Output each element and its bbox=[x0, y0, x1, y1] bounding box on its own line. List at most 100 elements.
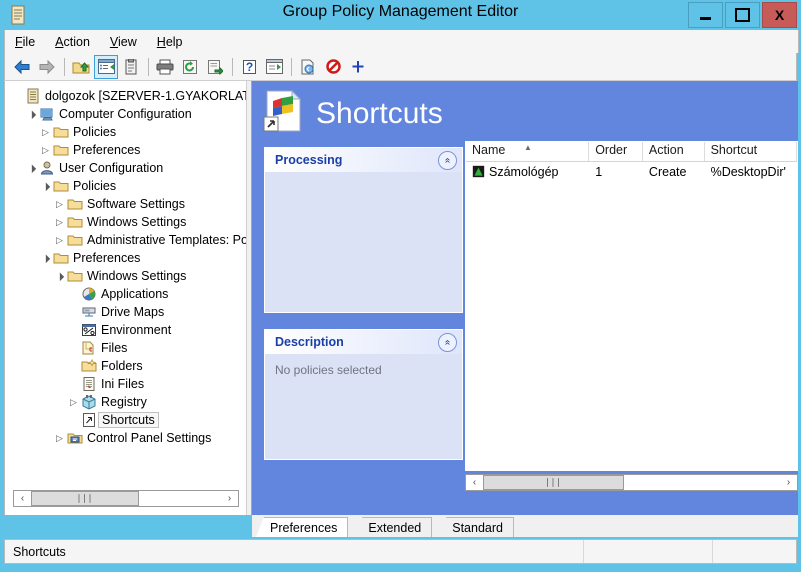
cell-order: 1 bbox=[589, 165, 643, 179]
minimize-button[interactable] bbox=[688, 2, 723, 28]
tree-item-ini-files[interactable]: Ini Files bbox=[5, 375, 246, 393]
table-row[interactable]: Számológép 1 Create %DesktopDir' bbox=[466, 162, 797, 181]
list-header-shortcut[interactable]: Shortcut bbox=[705, 142, 797, 161]
processing-collapse-chevron-icon[interactable]: « bbox=[438, 151, 457, 170]
list-header-action[interactable]: Action bbox=[643, 142, 705, 161]
properties-icon[interactable] bbox=[119, 55, 143, 79]
menu-file[interactable]: File bbox=[5, 32, 45, 52]
tree-scroll-thumb[interactable]: ∣∣∣ bbox=[31, 491, 139, 506]
tree-item-shortcuts[interactable]: Shortcuts bbox=[5, 411, 246, 429]
results-tab-strip: Preferences Extended Standard bbox=[252, 515, 798, 537]
tree-item-dolgozok-szerver-1-gyakorlat-hu[interactable]: dolgozok [SZERVER-1.GYAKORLAT.HU] bbox=[5, 87, 246, 105]
tab-preferences[interactable]: Preferences bbox=[256, 517, 349, 537]
tree-horizontal-scrollbar[interactable]: ‹ ∣∣∣ › bbox=[13, 490, 239, 507]
up-folder-icon[interactable] bbox=[69, 55, 93, 79]
tree-item-environment[interactable]: Environment bbox=[5, 321, 246, 339]
tree-item-registry[interactable]: ▷ Registry bbox=[5, 393, 246, 411]
folder-icon bbox=[52, 124, 70, 140]
tree-item-drive-maps[interactable]: Drive Maps bbox=[5, 303, 246, 321]
print-icon[interactable] bbox=[153, 55, 177, 79]
list-header-order[interactable]: Order bbox=[589, 142, 643, 161]
list-rows[interactable]: Számológép 1 Create %DesktopDir' bbox=[466, 162, 797, 181]
cell-name: Számológép bbox=[466, 165, 589, 179]
list-scroll-track[interactable]: ∣∣∣ bbox=[483, 475, 780, 490]
tab-standard[interactable]: Standard bbox=[438, 517, 514, 537]
refresh-icon[interactable] bbox=[178, 55, 202, 79]
show-hide-tree-icon[interactable] bbox=[94, 54, 118, 79]
tree-item-user-configuration[interactable]: ◢ User Configuration bbox=[5, 159, 246, 177]
processing-card-text bbox=[265, 172, 462, 190]
tree-item-preferences[interactable]: ◢ Preferences bbox=[5, 249, 246, 267]
tree-item-preferences[interactable]: ▷ Preferences bbox=[5, 141, 246, 159]
add-plus-icon[interactable] bbox=[346, 55, 370, 79]
tree-expander-collapsed-icon[interactable]: ▷ bbox=[53, 217, 66, 228]
tree-item-windows-settings[interactable]: ◢ Windows Settings bbox=[5, 267, 246, 285]
tree-expander-collapsed-icon[interactable]: ▷ bbox=[53, 199, 66, 210]
console-tree-pane[interactable]: dolgozok [SZERVER-1.GYAKORLAT.HU] ◢ Comput… bbox=[5, 81, 246, 515]
tab-label: Standard bbox=[452, 520, 503, 535]
disable-icon[interactable] bbox=[321, 55, 345, 79]
gpo-document-icon bbox=[24, 88, 42, 104]
tree-item-control-panel-settings[interactable]: ▷ Control Panel Settings bbox=[5, 429, 246, 447]
help-icon[interactable]: ? bbox=[237, 55, 261, 79]
tree-item-policies[interactable]: ▷ Policies bbox=[5, 123, 246, 141]
list-header-name[interactable]: Name ▲ bbox=[466, 142, 590, 161]
list-column-headers[interactable]: Name ▲ Order Action Shortcut bbox=[466, 142, 797, 162]
tree-expander-collapsed-icon[interactable]: ▷ bbox=[53, 235, 66, 246]
list-scroll-thumb[interactable]: ∣∣∣ bbox=[483, 475, 624, 490]
list-scroll-right-button[interactable]: › bbox=[780, 475, 797, 490]
folder-icon bbox=[52, 142, 70, 158]
tree-item-label: Folders bbox=[101, 359, 143, 373]
tree-scroll-track[interactable]: ∣∣∣ bbox=[31, 491, 221, 506]
preferences-list-view[interactable]: Name ▲ Order Action Shortcut Számológép 1 Crea… bbox=[465, 141, 798, 471]
maximize-button[interactable] bbox=[725, 2, 760, 28]
tree-item-folders[interactable]: Folders bbox=[5, 357, 246, 375]
computer-icon bbox=[38, 106, 56, 122]
tree-item-files[interactable]: Files bbox=[5, 339, 246, 357]
tree-item-label: Windows Settings bbox=[87, 269, 187, 283]
tree-item-label: Shortcuts bbox=[98, 412, 159, 428]
folder-icon bbox=[66, 268, 84, 284]
tab-extended[interactable]: Extended bbox=[354, 517, 433, 537]
tree-item-policies[interactable]: ◢ Policies bbox=[5, 177, 246, 195]
tree-expander-expanded-icon[interactable]: ◢ bbox=[24, 160, 40, 176]
registry-icon bbox=[80, 394, 98, 410]
processing-card-title: Processing bbox=[275, 153, 343, 167]
cell-text: Create bbox=[648, 164, 687, 179]
results-header: Shortcuts bbox=[262, 89, 443, 138]
new-document-icon[interactable] bbox=[296, 55, 320, 79]
results-heading: Shortcuts bbox=[316, 96, 443, 130]
tree-item-software-settings[interactable]: ▷ Software Settings bbox=[5, 195, 246, 213]
toolbar-separator bbox=[291, 57, 292, 76]
tree-expander-collapsed-icon[interactable]: ▷ bbox=[39, 145, 52, 156]
forward-icon[interactable] bbox=[35, 55, 59, 79]
tree-expander-expanded-icon[interactable]: ◢ bbox=[38, 178, 54, 194]
menu-help[interactable]: Help bbox=[147, 32, 193, 52]
tree-expander-collapsed-icon[interactable]: ▷ bbox=[53, 433, 66, 444]
results-pane: Shortcuts Processing « Description « No … bbox=[252, 81, 798, 515]
tree-expander-expanded-icon[interactable]: ◢ bbox=[38, 250, 54, 266]
tree-item-administrative-templates-po[interactable]: ▷ Administrative Templates: Po bbox=[5, 231, 246, 249]
tree-item-windows-settings[interactable]: ▷ Windows Settings bbox=[5, 213, 246, 231]
list-horizontal-scrollbar[interactable]: ‹ ∣∣∣ › bbox=[465, 474, 798, 491]
close-button[interactable]: X bbox=[762, 2, 797, 28]
description-collapse-chevron-icon[interactable]: « bbox=[438, 333, 457, 352]
export-list-icon[interactable] bbox=[203, 55, 227, 79]
list-scroll-left-button[interactable]: ‹ bbox=[466, 475, 483, 490]
back-icon[interactable] bbox=[10, 55, 34, 79]
tree-item-applications[interactable]: Applications bbox=[5, 285, 246, 303]
control-panel-icon bbox=[66, 430, 84, 446]
description-card: Description « No policies selected bbox=[264, 329, 463, 460]
tree-expander-collapsed-icon[interactable]: ▷ bbox=[67, 397, 80, 408]
menu-view[interactable]: View bbox=[100, 32, 147, 52]
tab-label: Preferences bbox=[270, 520, 338, 535]
tree-expander-expanded-icon[interactable]: ◢ bbox=[52, 268, 68, 284]
menu-action[interactable]: Action bbox=[45, 32, 100, 52]
show-results-pane-icon[interactable] bbox=[262, 55, 286, 79]
menu-file-rest: ile bbox=[22, 34, 36, 49]
tree-expander-collapsed-icon[interactable]: ▷ bbox=[39, 127, 52, 138]
tree-expander-expanded-icon[interactable]: ◢ bbox=[24, 106, 40, 122]
tree-item-computer-configuration[interactable]: ◢ Computer Configuration bbox=[5, 105, 246, 123]
tree-scroll-right-button[interactable]: › bbox=[221, 491, 238, 506]
tree-scroll-left-button[interactable]: ‹ bbox=[14, 491, 31, 506]
